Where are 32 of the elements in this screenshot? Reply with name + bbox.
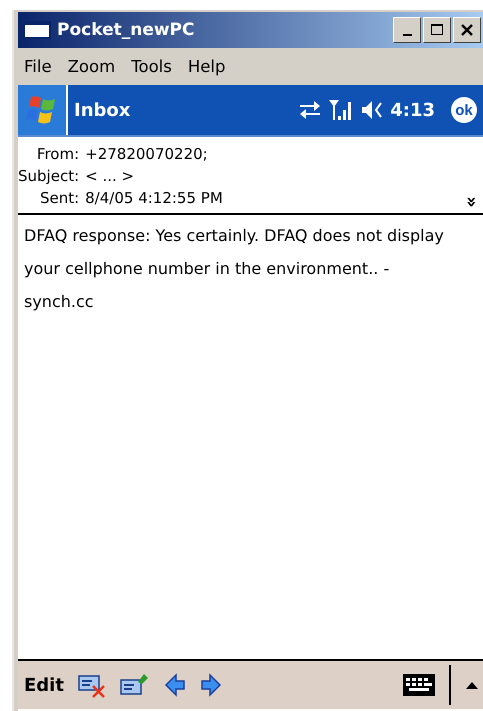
field-value: 8/4/05 4:12:55 PM bbox=[85, 189, 223, 207]
minimize-icon bbox=[402, 34, 412, 36]
screen-title: Inbox bbox=[74, 100, 132, 120]
clock-time[interactable]: 4:13 bbox=[390, 100, 435, 120]
left-arrow-icon[interactable] bbox=[164, 673, 186, 697]
menu-item[interactable]: Help bbox=[188, 57, 226, 76]
field-label: From: bbox=[36, 145, 80, 163]
sync-arrows-icon[interactable] bbox=[298, 99, 322, 121]
expand-toggle[interactable]: » bbox=[462, 196, 480, 208]
speaker-icon[interactable] bbox=[360, 99, 384, 121]
start-button[interactable] bbox=[18, 85, 68, 135]
close-icon bbox=[460, 23, 474, 37]
edit-menu[interactable]: Edit bbox=[24, 674, 64, 696]
field-label: Sent: bbox=[38, 189, 80, 207]
window-icon bbox=[23, 21, 51, 39]
field-value: +27820070220; bbox=[85, 145, 208, 163]
reply-message-icon[interactable] bbox=[120, 672, 150, 698]
keyboard-icon[interactable] bbox=[403, 674, 435, 696]
input-menu-caret-icon[interactable] bbox=[465, 680, 479, 690]
close-button[interactable] bbox=[453, 17, 481, 43]
maximize-button[interactable] bbox=[423, 17, 451, 43]
ok-button[interactable]: ok bbox=[451, 97, 477, 123]
menu-item[interactable]: Zoom bbox=[68, 57, 116, 76]
field-label: Subject: bbox=[18, 167, 80, 185]
window-title: Pocket_newPC bbox=[57, 20, 196, 40]
right-arrow-icon[interactable] bbox=[200, 673, 222, 697]
menu-item[interactable]: Tools bbox=[131, 57, 172, 76]
field-value: < ... > bbox=[85, 167, 134, 185]
maximize-icon bbox=[430, 23, 444, 37]
minimize-button[interactable] bbox=[393, 17, 421, 43]
message-body: DFAQ response: Yes certainly. DFAQ does not display your cellphone number in the environment.. - synch.cc bbox=[23, 225, 445, 313]
menu-item[interactable]: File bbox=[24, 57, 52, 76]
